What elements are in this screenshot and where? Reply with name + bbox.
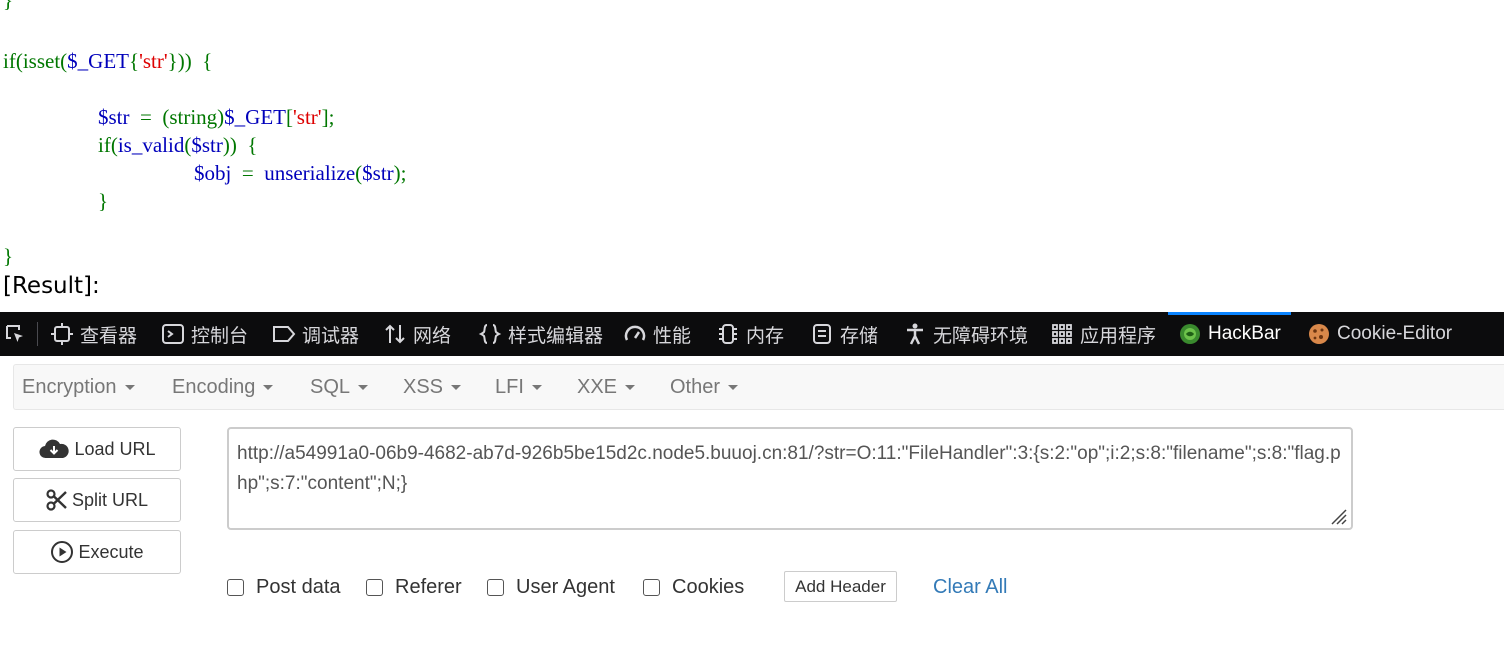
caret-down-icon	[728, 384, 739, 390]
caret-down-icon	[124, 384, 135, 390]
play-circle-icon	[51, 541, 74, 563]
caret-down-icon	[625, 384, 636, 390]
execute-button[interactable]: Execute	[13, 530, 181, 574]
application-icon	[1052, 324, 1072, 344]
tab-accessibility[interactable]: 无障碍环境	[903, 312, 1028, 356]
user-agent-checkbox[interactable]	[487, 578, 504, 596]
hackbar-menubar: Encryption Encoding SQL XSS LFI XXE Othe…	[13, 364, 1504, 410]
code-line: $obj = unserialize($str);	[194, 161, 407, 185]
scissors-icon	[46, 489, 67, 511]
load-url-button[interactable]: Load URL	[13, 427, 181, 471]
toolbar-divider	[37, 322, 38, 346]
menu-sql[interactable]: SQL	[310, 365, 369, 409]
menu-other[interactable]: Other	[670, 365, 739, 409]
memory-icon	[719, 324, 737, 344]
cookies-option[interactable]: Cookies	[643, 572, 744, 602]
caret-down-icon	[451, 384, 462, 390]
split-url-button[interactable]: Split URL	[13, 478, 181, 522]
user-agent-option[interactable]: User Agent	[487, 572, 615, 602]
tab-inspector[interactable]: 查看器	[50, 312, 137, 356]
tab-debugger[interactable]: 调试器	[272, 312, 359, 356]
caret-down-icon	[358, 384, 369, 390]
tab-style-editor[interactable]: 样式编辑器	[478, 312, 603, 356]
debugger-icon	[273, 326, 296, 342]
tab-memory[interactable]: 内存	[716, 312, 784, 356]
cookies-checkbox[interactable]	[643, 578, 660, 596]
caret-down-icon	[263, 384, 274, 390]
code-line: $str = (string)$_GET['str'];	[98, 105, 335, 129]
performance-icon	[624, 325, 646, 341]
add-header-button[interactable]: Add Header	[784, 571, 897, 602]
tab-hackbar[interactable]: HackBar	[1168, 312, 1291, 356]
menu-xss[interactable]: XSS	[403, 365, 462, 409]
code-line: }	[98, 189, 109, 213]
php-source-code: } if(isset($_GET{'str'})) { $str = (stri…	[0, 0, 1504, 310]
storage-icon	[813, 324, 831, 344]
element-picker-button[interactable]	[3, 312, 33, 356]
post-data-checkbox[interactable]	[227, 578, 244, 596]
referer-option[interactable]: Referer	[366, 572, 462, 602]
tab-cookie-editor[interactable]: Cookie-Editor	[1307, 312, 1452, 356]
result-label: [Result]:	[3, 273, 100, 299]
tab-application[interactable]: 应用程序	[1050, 312, 1156, 356]
menu-encryption[interactable]: Encryption	[22, 365, 135, 409]
menu-xxe[interactable]: XXE	[577, 365, 636, 409]
resize-grip-icon[interactable]	[1327, 505, 1347, 525]
tab-storage[interactable]: 存储	[810, 312, 878, 356]
caret-down-icon	[531, 384, 542, 390]
clear-all-link[interactable]: Clear All	[933, 572, 1007, 602]
code-line: }	[3, 244, 14, 268]
code-line: }	[3, 0, 14, 12]
tab-performance[interactable]: 性能	[623, 312, 691, 356]
console-icon	[162, 324, 184, 344]
menu-lfi[interactable]: LFI	[495, 365, 542, 409]
url-text: http://a54991a0-06b9-4682-ab7d-926b5be15…	[237, 443, 1341, 494]
tab-console[interactable]: 控制台	[161, 312, 248, 356]
accessibility-icon	[907, 323, 923, 345]
cookie-icon	[1309, 324, 1329, 344]
code-line: if(is_valid($str)) {	[98, 133, 258, 157]
url-textarea[interactable]: http://a54991a0-06b9-4682-ab7d-926b5be15…	[227, 427, 1353, 530]
menu-encoding[interactable]: Encoding	[172, 365, 274, 409]
picker-icon	[6, 325, 23, 342]
style-editor-icon	[478, 324, 502, 344]
tab-network[interactable]: 网络	[383, 312, 451, 356]
code-line: if(isset($_GET{'str'})) {	[3, 49, 213, 73]
network-icon	[385, 324, 405, 344]
inspector-icon	[51, 323, 73, 345]
hackbar-icon	[1180, 324, 1200, 344]
post-data-option[interactable]: Post data	[227, 572, 341, 602]
referer-checkbox[interactable]	[366, 578, 383, 596]
devtools-toolbar: 查看器 控制台 调试器 网络 样式编辑器 性能 内存 存储 无障碍环境 应用程序…	[0, 312, 1504, 356]
cloud-download-icon	[39, 439, 70, 459]
